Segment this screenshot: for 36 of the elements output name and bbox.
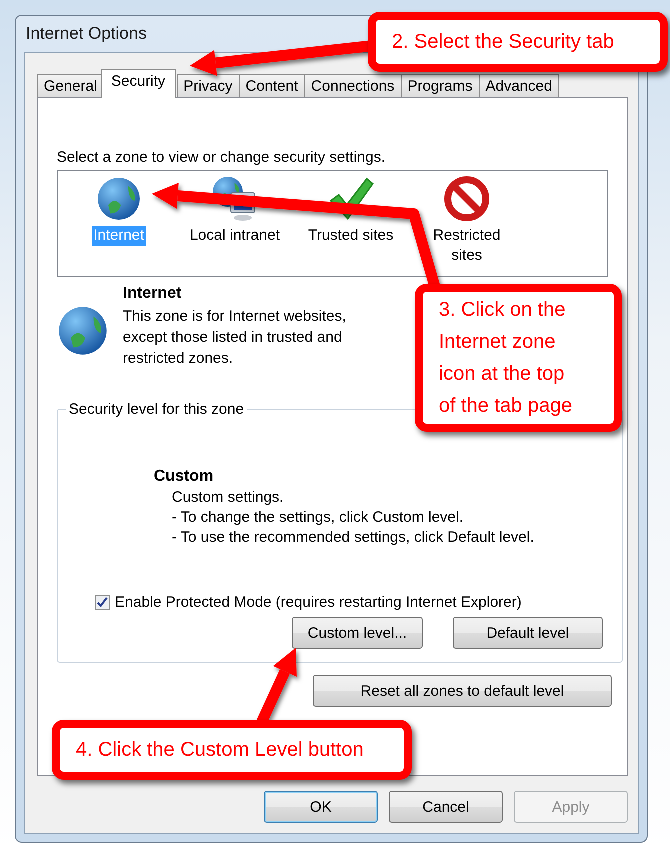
zone-item[interactable]: Trusted sites <box>293 175 409 276</box>
zone-item[interactable]: Restricted sites <box>409 175 525 276</box>
zone-description: This zone is for Internet websites, except those listed in trusted and restricted zones. <box>123 307 348 369</box>
dialog-button[interactable]: Cancel <box>389 791 503 823</box>
callout: 4. Click the Custom Level button <box>52 720 412 780</box>
zone-label: Restricted sites <box>432 226 502 266</box>
tab[interactable]: Connections <box>304 74 402 97</box>
level-button[interactable]: Default level <box>453 617 603 649</box>
level-button[interactable]: Custom level... <box>292 617 423 649</box>
reset-button[interactable]: Reset all zones to default level <box>313 675 612 707</box>
checkbox-label: Enable Protected Mode (requires restarting Internet Explorer) <box>115 594 522 611</box>
dialog-button[interactable]: OK <box>264 791 378 823</box>
tab[interactable]: Advanced <box>478 74 560 97</box>
group-label: Security level for this zone <box>68 401 246 418</box>
globe-icon <box>57 305 109 357</box>
checkbox[interactable] <box>95 595 110 610</box>
tab[interactable]: Privacy <box>176 74 240 97</box>
level-description: Custom settings. <box>172 488 285 508</box>
zone-label: Internet <box>92 226 146 246</box>
zone-label: Local intranet <box>188 226 282 246</box>
tab[interactable]: Content <box>238 74 306 97</box>
level-description: - To use the recommended settings, click Default level. <box>172 528 536 548</box>
prohibited-icon <box>443 175 491 223</box>
level-description: - To change the settings, click Custom level. <box>172 508 465 528</box>
window-title: Internet Options <box>26 24 147 44</box>
zone-item[interactable]: Local intranet <box>177 175 293 276</box>
zone-title: Internet <box>123 285 183 303</box>
callout: 2. Select the Security tab <box>368 12 668 72</box>
globe-icon <box>95 175 143 223</box>
zone-prompt: Select a zone to view or change security settings. <box>57 149 387 166</box>
level-name: Custom <box>154 468 215 486</box>
tab[interactable]: Programs <box>400 74 480 97</box>
checkmark-icon <box>327 175 375 223</box>
tab[interactable]: Security <box>101 69 176 98</box>
zone-label: Trusted sites <box>307 226 395 246</box>
callout: 3. Click on the Internet zone icon at the top of the tab page <box>415 284 622 432</box>
